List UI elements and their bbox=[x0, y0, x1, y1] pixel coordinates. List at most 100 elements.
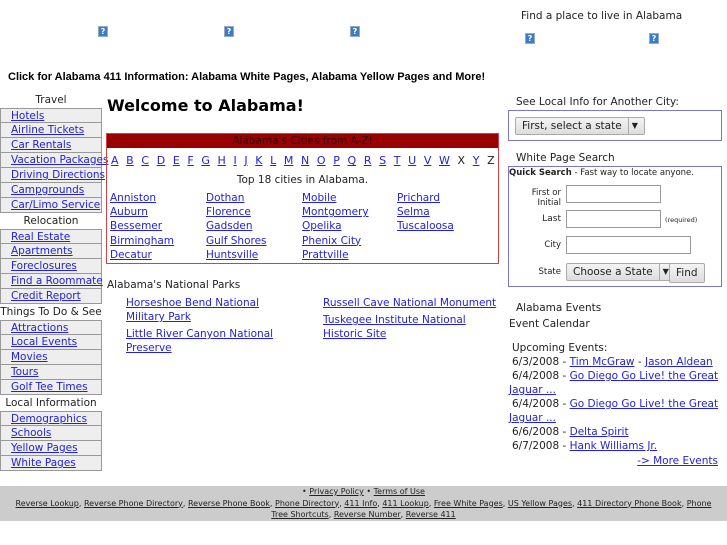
sidebar-link[interactable]: Demographics bbox=[11, 413, 87, 425]
broken-image-icon[interactable]: ? bbox=[525, 33, 535, 44]
sidebar-item[interactable]: Schools bbox=[0, 426, 102, 441]
privacy-link[interactable]: Privacy Policy bbox=[309, 487, 364, 496]
broken-image-icon[interactable]: ? bbox=[350, 26, 360, 37]
footer-link[interactable]: Reverse Phone Directory bbox=[84, 499, 183, 508]
sidebar-link[interactable]: Local Events bbox=[11, 336, 77, 348]
city-link[interactable]: Montgomery bbox=[302, 205, 369, 219]
sidebar-item[interactable]: Car/Limo Service bbox=[0, 198, 102, 213]
city-link[interactable]: Opelika bbox=[302, 219, 369, 233]
sidebar-link[interactable]: Car/Limo Service bbox=[11, 199, 100, 211]
event-link[interactable]: Hank Williams Jr. bbox=[570, 440, 657, 452]
terms-link[interactable]: Terms of Use bbox=[374, 487, 425, 496]
event-link[interactable]: Jason Aldean bbox=[645, 356, 713, 368]
letter-w[interactable]: W bbox=[439, 154, 450, 167]
footer-link[interactable]: 411 Lookup bbox=[382, 499, 428, 508]
sidebar-link[interactable]: White Pages bbox=[11, 457, 76, 469]
city-link[interactable]: Mobile bbox=[302, 191, 369, 205]
letter-d[interactable]: D bbox=[157, 154, 165, 167]
park-link[interactable]: Russell Cave National Monument bbox=[323, 296, 508, 310]
city-link[interactable]: Phenix City bbox=[302, 234, 369, 248]
letter-f[interactable]: F bbox=[187, 154, 193, 167]
letter-b[interactable]: B bbox=[126, 154, 134, 167]
broken-image-icon[interactable]: ? bbox=[649, 33, 659, 44]
broken-image-icon[interactable]: ? bbox=[98, 26, 108, 37]
sidebar-item[interactable]: Apartments bbox=[0, 244, 102, 259]
letter-i[interactable]: I bbox=[233, 154, 236, 167]
park-link[interactable]: Horseshoe Bend National Military Park bbox=[126, 296, 301, 324]
sidebar-link[interactable]: Hotels bbox=[11, 110, 44, 122]
sidebar-item[interactable]: Car Rentals bbox=[0, 138, 102, 153]
sidebar-item[interactable]: Demographics bbox=[0, 411, 102, 426]
sidebar-link[interactable]: Driving Directions bbox=[11, 169, 105, 181]
city-link[interactable]: Prichard bbox=[397, 191, 454, 205]
letter-r[interactable]: R bbox=[364, 154, 372, 167]
city-link[interactable]: Prattville bbox=[302, 248, 369, 262]
city-link[interactable]: Huntsville bbox=[206, 248, 267, 262]
city-link[interactable]: Decatur bbox=[110, 248, 174, 262]
footer-link[interactable]: 411 Directory Phone Book bbox=[577, 499, 681, 508]
sidebar-item[interactable]: White Pages bbox=[0, 456, 102, 471]
letter-n[interactable]: N bbox=[301, 154, 309, 167]
sidebar-link[interactable]: Credit Report bbox=[11, 290, 81, 302]
sidebar-item[interactable]: Find a Roommate bbox=[0, 274, 103, 289]
state-choose-select[interactable]: Choose a State ▼ bbox=[566, 263, 676, 281]
city-link[interactable]: Bessemer bbox=[110, 219, 174, 233]
footer-link[interactable]: Phone Directory bbox=[275, 499, 339, 508]
sidebar-link[interactable]: Apartments bbox=[11, 245, 73, 257]
footer-link[interactable]: Free White Pages bbox=[434, 499, 503, 508]
letter-j[interactable]: J bbox=[244, 154, 247, 167]
sidebar-item[interactable]: Driving Directions bbox=[0, 168, 105, 183]
broken-image-icon[interactable]: ? bbox=[224, 26, 234, 37]
letter-q[interactable]: Q bbox=[348, 154, 357, 167]
footer-link[interactable]: Reverse 411 bbox=[406, 510, 456, 519]
city-link[interactable]: Tuscaloosa bbox=[397, 219, 454, 233]
city-input[interactable] bbox=[566, 236, 691, 254]
city-link[interactable]: Birmingham bbox=[110, 234, 174, 248]
sidebar-link[interactable]: Find a Roommate bbox=[11, 275, 103, 287]
letter-c[interactable]: C bbox=[141, 154, 149, 167]
sidebar-link[interactable]: Car Rentals bbox=[11, 139, 71, 151]
sidebar-link[interactable]: Attractions bbox=[11, 322, 68, 334]
sidebar-link[interactable]: Movies bbox=[11, 351, 48, 363]
state-select[interactable]: First, select a state ▼ bbox=[515, 117, 645, 135]
park-link[interactable]: Tuskegee Institute National Historic Sit… bbox=[323, 313, 503, 341]
letter-g[interactable]: G bbox=[201, 154, 210, 167]
event-link[interactable]: Delta Spirit bbox=[570, 426, 629, 438]
city-link[interactable]: Selma bbox=[397, 205, 454, 219]
more-events-link[interactable]: -> More Events bbox=[512, 454, 718, 468]
sidebar-item[interactable]: Golf Tee Times bbox=[0, 380, 102, 395]
letter-e[interactable]: E bbox=[173, 154, 180, 167]
sidebar-item[interactable]: Yellow Pages bbox=[0, 441, 102, 456]
letter-o[interactable]: O bbox=[317, 154, 326, 167]
park-link[interactable]: Little River Canyon National Preserve bbox=[126, 327, 301, 355]
sidebar-item[interactable]: Movies bbox=[0, 350, 102, 365]
sidebar-item[interactable]: Foreclosures bbox=[0, 259, 102, 274]
sidebar-item[interactable]: Airline Tickets bbox=[0, 123, 102, 138]
letter-s[interactable]: S bbox=[379, 154, 386, 167]
sidebar-link[interactable]: Real Estate bbox=[11, 231, 70, 243]
city-link[interactable]: Dothan bbox=[206, 191, 267, 205]
sidebar-item[interactable]: Hotels bbox=[0, 108, 102, 123]
info-411-link[interactable]: Click for Alabama 411 Information: Alaba… bbox=[8, 71, 485, 83]
city-link[interactable]: Auburn bbox=[110, 205, 174, 219]
footer-link[interactable]: 411 Info bbox=[344, 499, 377, 508]
city-link[interactable]: Anniston bbox=[110, 191, 174, 205]
sidebar-item[interactable]: Campgrounds bbox=[0, 183, 102, 198]
sidebar-link[interactable]: Golf Tee Times bbox=[11, 381, 88, 393]
sidebar-item[interactable]: Tours bbox=[0, 365, 102, 380]
letter-t[interactable]: T bbox=[394, 154, 401, 167]
sidebar-item[interactable]: Attractions bbox=[0, 320, 102, 335]
sidebar-item[interactable]: Real Estate bbox=[0, 229, 102, 244]
sidebar-item[interactable]: Credit Report bbox=[0, 289, 102, 304]
sidebar-link[interactable]: Yellow Pages bbox=[11, 442, 78, 454]
first-name-input[interactable] bbox=[566, 185, 661, 203]
footer-link[interactable]: US Yellow Pages bbox=[508, 499, 572, 508]
letter-h[interactable]: H bbox=[218, 154, 226, 167]
letter-y[interactable]: Y bbox=[473, 154, 480, 167]
letter-k[interactable]: K bbox=[255, 154, 262, 167]
letter-a[interactable]: A bbox=[111, 154, 119, 167]
sidebar-link[interactable]: Vacation Packages bbox=[11, 154, 108, 166]
letter-m[interactable]: M bbox=[284, 154, 294, 167]
sidebar-item[interactable]: Vacation Packages bbox=[0, 153, 108, 168]
sidebar-link[interactable]: Airline Tickets bbox=[11, 124, 84, 136]
